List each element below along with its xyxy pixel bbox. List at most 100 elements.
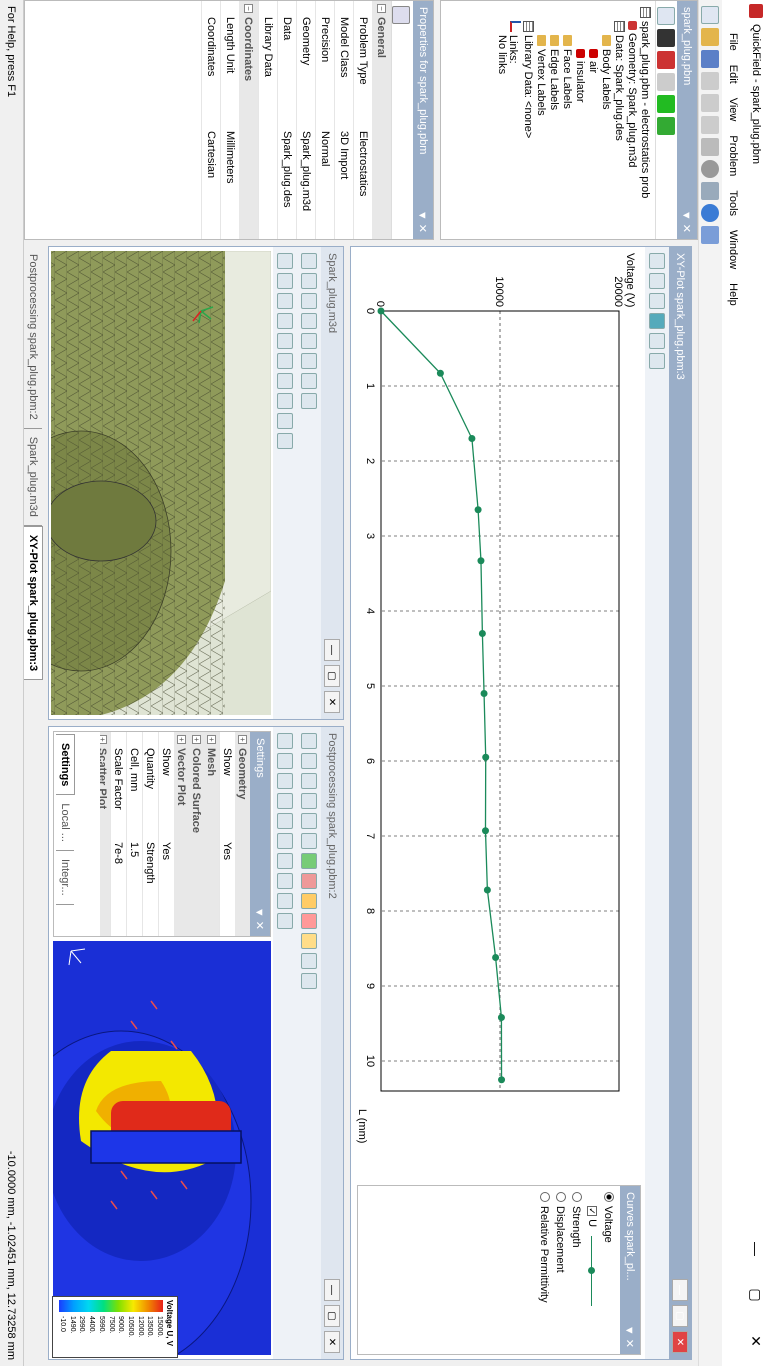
edge-icon[interactable] [301, 353, 317, 369]
curve-voltage-radio[interactable]: Voltage [600, 1192, 616, 1348]
copy-icon[interactable] [701, 94, 720, 112]
view-left-icon[interactable] [277, 413, 293, 429]
view-left-icon[interactable] [277, 893, 293, 909]
section-general[interactable]: − General [372, 1, 391, 239]
color-map-icon[interactable] [301, 873, 317, 889]
zoom-in-icon[interactable] [277, 253, 293, 269]
menu-window[interactable]: Window [727, 223, 739, 276]
prop-row[interactable]: Data Spark_plug.des [277, 1, 296, 239]
view-iso-icon[interactable] [277, 313, 293, 329]
view-top-icon[interactable] [277, 853, 293, 869]
vector-icon[interactable] [301, 853, 317, 869]
settings-section[interactable]: + Colored Surface [189, 732, 204, 936]
paste-icon[interactable] [701, 116, 720, 134]
close-icon[interactable]: ✕ [324, 1331, 340, 1353]
restore-icon[interactable]: ▢ [324, 665, 340, 687]
solve-icon[interactable] [657, 95, 676, 113]
view-top-icon[interactable] [277, 373, 293, 389]
new-icon[interactable] [701, 6, 720, 24]
maximize-icon[interactable]: ▢ [744, 1272, 768, 1318]
restore-icon[interactable]: ▢ [324, 1305, 340, 1327]
close-icon[interactable]: ▼ ✕ [624, 1325, 637, 1348]
windows-icon[interactable] [701, 226, 720, 244]
rotate-icon[interactable] [301, 393, 317, 409]
tree-item[interactable]: Body Labels [599, 7, 612, 239]
tree-item[interactable]: Geometry: Spark_plug.m3d [625, 7, 638, 239]
zoom-fit-icon[interactable] [277, 293, 293, 309]
isosurface-icon[interactable] [301, 913, 317, 929]
prop-row[interactable]: Length Unit Millimeters [220, 1, 239, 239]
curve-u-checkbox[interactable]: ✓ U [584, 1192, 600, 1348]
settings-row[interactable]: Scale Factor 7e-8 [110, 732, 126, 936]
close-icon[interactable]: ▼ ✕ [254, 907, 267, 930]
copy-icon[interactable] [649, 253, 665, 269]
minimize-icon[interactable]: — [324, 1279, 340, 1301]
slice-icon[interactable] [301, 933, 317, 949]
properties-icon[interactable] [657, 73, 676, 91]
tree-item[interactable]: Library Data: <none> [521, 7, 534, 239]
close-icon[interactable]: ▼ ✕ [681, 210, 694, 233]
settings-section[interactable]: + Vector Plot [174, 732, 189, 936]
tab-local[interactable]: Local ... [56, 795, 74, 851]
zoom-in-icon[interactable] [649, 273, 665, 289]
save-icon[interactable] [701, 50, 720, 68]
mesh-icon[interactable] [301, 333, 317, 349]
view-right-icon[interactable] [277, 433, 293, 449]
table-icon[interactable] [301, 973, 317, 989]
zoom-in-icon[interactable] [277, 733, 293, 749]
geometry-icon[interactable] [657, 51, 676, 69]
open-icon[interactable] [301, 253, 317, 269]
face-icon[interactable] [301, 313, 317, 329]
settings-row[interactable]: Quantity Strength [142, 732, 158, 936]
tree-item[interactable]: air [586, 7, 599, 239]
view-front-icon[interactable] [277, 813, 293, 829]
zoom-out-icon[interactable] [277, 753, 293, 769]
xy-chart[interactable]: Voltage (V) L (mm) 0 1 2 3 4 5 6 7 8 9 10 0 10000 200… [355, 251, 641, 1151]
close-icon[interactable]: ✕ [324, 691, 340, 713]
close-icon[interactable]: ▼ ✕ [417, 210, 430, 233]
zoom-out-icon[interactable] [649, 293, 665, 309]
scatter-icon[interactable] [301, 893, 317, 909]
view-front-icon[interactable] [277, 333, 293, 349]
settings-row[interactable]: Show Yes [219, 732, 235, 936]
view-bottom-icon[interactable] [277, 393, 293, 409]
vertex-icon[interactable] [301, 373, 317, 389]
new-icon[interactable] [657, 7, 676, 25]
prop-row[interactable]: Precision Normal [315, 1, 334, 239]
restore-icon[interactable]: ▢ [672, 1305, 688, 1327]
print-icon[interactable] [701, 138, 720, 156]
table-icon[interactable] [649, 353, 665, 369]
menu-help[interactable]: Help [727, 276, 739, 313]
minimize-icon[interactable]: — [672, 1279, 688, 1301]
close-icon[interactable]: ✕ [744, 1318, 768, 1364]
view-iso-icon[interactable] [277, 793, 293, 809]
cut-icon[interactable] [701, 72, 720, 90]
body-icon[interactable] [301, 293, 317, 309]
menu-edit[interactable]: Edit [727, 58, 739, 91]
tree-item[interactable]: Data: Spark_plug.des [612, 7, 625, 239]
tab-settings[interactable]: Settings [56, 734, 75, 796]
view-back-icon[interactable] [277, 353, 293, 369]
categorized-icon[interactable] [392, 6, 410, 24]
zoom-out-icon[interactable] [277, 273, 293, 289]
menu-file[interactable]: File [727, 26, 739, 58]
help-icon[interactable] [701, 204, 720, 222]
open-icon[interactable] [701, 28, 720, 46]
minimize-icon[interactable]: — [324, 639, 340, 661]
copy-icon[interactable] [301, 733, 317, 749]
tab-geometry[interactable]: Spark_plug.m3d [24, 428, 42, 526]
prop-row[interactable]: Library Data [258, 1, 277, 239]
results-icon[interactable] [657, 117, 676, 135]
curve-strength-radio[interactable]: Strength [568, 1192, 584, 1348]
tree-item[interactable]: insulator [573, 7, 586, 239]
settings-section[interactable]: + Mesh [204, 732, 219, 936]
settings-section[interactable]: +Scatter Plot [100, 732, 110, 936]
tree-item[interactable]: Edge Labels [547, 7, 560, 239]
integral-icon[interactable] [301, 813, 317, 829]
view-icon[interactable] [657, 29, 676, 47]
close-icon[interactable]: ✕ [672, 1331, 688, 1353]
hand-icon[interactable] [301, 773, 317, 789]
menu-problem[interactable]: Problem [727, 128, 739, 183]
settings-row[interactable]: Show Yes [158, 732, 174, 936]
tab-integral[interactable]: Integr... [56, 850, 74, 905]
